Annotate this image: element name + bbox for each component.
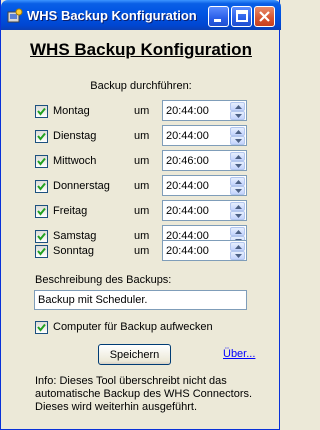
spin-up-icon[interactable] <box>230 202 245 211</box>
window-title: WHS Backup Konfiguration <box>27 8 197 23</box>
time-value[interactable]: 20:44:00 <box>166 105 209 117</box>
time-picker-mittwoch[interactable]: 20:46:00 <box>162 150 247 171</box>
at-label: um <box>134 180 150 192</box>
title-bar[interactable]: WHS Backup Konfiguration <box>1 0 281 30</box>
time-value[interactable]: 20:44:00 <box>166 205 209 217</box>
sonntag-checkbox[interactable] <box>35 245 48 258</box>
day-row-donnerstag: Donnerstag um 20:44:00 <box>1 175 281 197</box>
dienstag-checkbox[interactable] <box>35 130 48 143</box>
montag-checkbox[interactable] <box>35 105 48 118</box>
at-label: um <box>134 130 150 142</box>
day-row-freitag: Freitag um 20:44:00 <box>1 200 281 222</box>
at-label: um <box>134 245 150 257</box>
freitag-checkbox[interactable] <box>35 205 48 218</box>
time-picker-dienstag[interactable]: 20:44:00 <box>162 125 247 146</box>
day-label: Donnerstag <box>53 180 110 192</box>
spin-up-icon[interactable] <box>230 227 245 236</box>
time-picker-donnerstag[interactable]: 20:44:00 <box>162 175 247 196</box>
description-label: Beschreibung des Backups: <box>35 274 172 286</box>
close-button[interactable] <box>254 6 275 27</box>
time-value[interactable]: 20:44:00 <box>166 245 209 257</box>
spin-up-icon[interactable] <box>230 127 245 136</box>
time-value[interactable]: 20:46:00 <box>166 155 209 167</box>
spin-up-icon[interactable] <box>230 152 245 161</box>
donnerstag-checkbox[interactable] <box>35 180 48 193</box>
info-text: Info: Dieses Tool überschreibt nicht das… <box>35 375 253 413</box>
spin-down-icon[interactable] <box>230 136 245 145</box>
spin-up-icon[interactable] <box>230 177 245 186</box>
time-value[interactable]: 20:44:00 <box>166 180 209 192</box>
spin-down-icon[interactable] <box>230 161 245 170</box>
mittwoch-checkbox[interactable] <box>35 155 48 168</box>
at-label: um <box>134 205 150 217</box>
spin-up-icon[interactable] <box>230 242 245 251</box>
spin-down-icon[interactable] <box>230 211 245 220</box>
time-picker-sonntag[interactable]: 20:44:00 <box>162 240 247 261</box>
day-row-sonntag: Sonntag um 20:44:00 <box>1 240 281 262</box>
wake-label: Computer für Backup aufwecken <box>53 321 213 333</box>
day-row-dienstag: Dienstag um 20:44:00 <box>1 125 281 147</box>
app-icon <box>7 8 23 24</box>
spin-up-icon[interactable] <box>230 102 245 111</box>
time-value[interactable]: 20:44:00 <box>166 130 209 142</box>
save-button[interactable]: Speichern <box>98 344 171 365</box>
page-heading: WHS Backup Konfiguration <box>30 40 252 59</box>
time-picker-montag[interactable]: 20:44:00 <box>162 100 247 121</box>
spin-down-icon[interactable] <box>230 251 245 260</box>
at-label: um <box>134 155 150 167</box>
app-window: WHS Backup Konfiguration WHS Backup Konf… <box>0 0 281 430</box>
day-label: Montag <box>53 105 90 117</box>
maximize-button[interactable] <box>231 6 252 27</box>
day-row-mittwoch: Mittwoch um 20:46:00 <box>1 150 281 172</box>
day-label: Mittwoch <box>53 155 97 167</box>
about-link[interactable]: Über... <box>223 348 255 360</box>
spin-down-icon[interactable] <box>230 111 245 120</box>
wake-checkbox[interactable] <box>35 321 48 334</box>
minimize-button[interactable] <box>208 6 229 27</box>
time-picker-freitag[interactable]: 20:44:00 <box>162 200 247 221</box>
day-label: Sonntag <box>53 245 94 257</box>
at-label: um <box>134 105 150 117</box>
day-label: Freitag <box>53 205 88 217</box>
spin-down-icon[interactable] <box>230 186 245 195</box>
day-row-montag: Montag um 20:44:00 <box>1 100 281 122</box>
description-input[interactable] <box>34 290 247 310</box>
day-label: Dienstag <box>53 130 97 142</box>
schedule-section-label: Backup durchführen: <box>90 80 192 92</box>
